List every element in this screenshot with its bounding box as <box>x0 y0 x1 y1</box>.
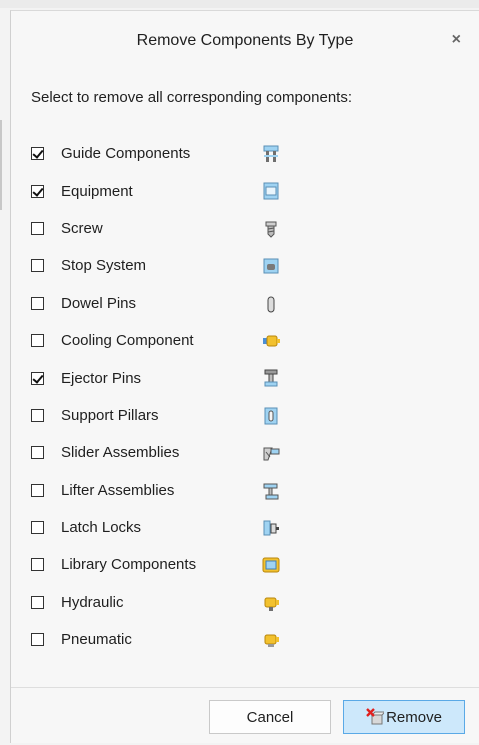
component-type-label: Ejector Pins <box>61 369 142 387</box>
component-type-row[interactable]: Slider Assemblies <box>31 434 471 471</box>
component-type-checkbox[interactable] <box>31 483 44 497</box>
component-type-row[interactable]: Lifter Assemblies <box>31 472 471 509</box>
support-pillar-icon <box>264 407 278 425</box>
component-type-label: Equipment <box>61 182 133 200</box>
component-type-label: Library Components <box>61 556 197 574</box>
component-type-label: Hydraulic <box>61 593 124 611</box>
component-type-label: Latch Locks <box>61 519 142 537</box>
dialog-titlebar: Remove Components By Type × <box>11 11 479 71</box>
component-type-row[interactable]: Ejector Pins <box>31 359 471 396</box>
component-type-checkbox[interactable] <box>31 334 44 348</box>
component-type-checkbox[interactable] <box>31 296 44 310</box>
component-type-checkbox[interactable] <box>31 259 44 273</box>
component-type-row[interactable]: Stop System <box>31 247 471 284</box>
component-type-row[interactable]: Hydraulic <box>31 584 471 621</box>
dowel-pin-icon <box>267 296 275 313</box>
component-type-checkbox[interactable] <box>31 521 44 535</box>
component-type-list: Guide Components Equipment Screw Stop Syste… <box>31 135 471 658</box>
component-type-checkbox[interactable] <box>31 446 44 460</box>
window-top-strip <box>0 0 479 8</box>
component-type-row[interactable]: Pneumatic <box>31 621 471 658</box>
close-icon[interactable]: × <box>452 31 461 49</box>
remove-button-label: Remove <box>386 708 442 726</box>
component-type-row[interactable]: Dowel Pins <box>31 285 471 322</box>
dialog-button-bar: Cancel Remove <box>11 687 479 745</box>
component-type-checkbox[interactable] <box>31 633 44 647</box>
cancel-button-label: Cancel <box>246 708 294 726</box>
hydraulic-icon <box>264 597 279 611</box>
component-type-label: Screw <box>61 219 103 237</box>
guide-components-icon <box>263 145 279 162</box>
equipment-icon <box>263 182 279 200</box>
component-type-row[interactable]: Guide Components <box>31 135 471 172</box>
lifter-assembly-icon <box>263 483 279 500</box>
component-type-label: Lifter Assemblies <box>61 481 175 499</box>
stop-system-icon <box>263 258 279 274</box>
component-type-label: Guide Components <box>61 145 191 163</box>
component-type-label: Dowel Pins <box>61 294 137 312</box>
cancel-button[interactable]: Cancel <box>209 700 331 734</box>
component-type-label: Cooling Component <box>61 332 194 350</box>
component-type-checkbox[interactable] <box>31 147 44 161</box>
component-type-label: Pneumatic <box>61 631 132 649</box>
instruction-text: Select to remove all corresponding compo… <box>31 89 353 106</box>
component-type-row[interactable]: Support Pillars <box>31 397 471 434</box>
remove-components-dialog: Remove Components By Type × Select to re… <box>10 10 479 743</box>
component-type-checkbox[interactable] <box>31 408 44 422</box>
component-type-row[interactable]: Latch Locks <box>31 509 471 546</box>
latch-lock-icon <box>263 520 279 536</box>
component-type-checkbox[interactable] <box>31 558 44 572</box>
component-type-checkbox[interactable] <box>31 221 44 235</box>
cooling-component-icon <box>263 335 280 347</box>
component-type-checkbox[interactable] <box>31 371 44 385</box>
ejector-pin-icon <box>264 369 278 387</box>
library-component-icon <box>262 557 280 573</box>
dialog-title: Remove Components By Type <box>136 32 354 49</box>
component-type-row[interactable]: Library Components <box>31 546 471 583</box>
component-type-checkbox[interactable] <box>31 595 44 609</box>
component-type-label: Slider Assemblies <box>61 444 180 462</box>
screw-icon <box>265 221 277 238</box>
component-type-label: Support Pillars <box>61 406 159 424</box>
component-type-row[interactable]: Screw <box>31 210 471 247</box>
remove-components-icon <box>366 708 385 725</box>
component-type-checkbox[interactable] <box>31 184 44 198</box>
component-type-row[interactable]: Equipment <box>31 172 471 209</box>
remove-button[interactable]: Remove <box>343 700 465 734</box>
pneumatic-icon <box>264 634 279 648</box>
component-type-label: Stop System <box>61 257 147 275</box>
slider-assembly-icon <box>263 447 280 461</box>
component-type-row[interactable]: Cooling Component <box>31 322 471 359</box>
background-panel-edge <box>0 120 2 210</box>
